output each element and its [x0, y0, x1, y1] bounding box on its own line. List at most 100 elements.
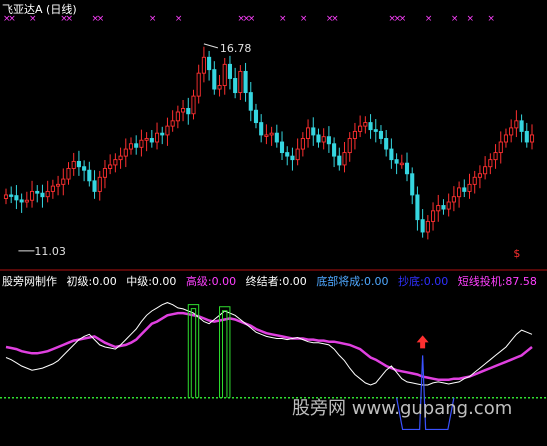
candle-body	[384, 138, 389, 150]
high-pointer	[203, 43, 219, 49]
top-signal-marker: ×	[300, 14, 308, 24]
candle-body	[529, 134, 535, 143]
candle-body	[441, 205, 446, 210]
candle-body	[61, 178, 66, 185]
candle-body	[181, 108, 186, 113]
candle-body	[259, 122, 264, 136]
candle-body	[154, 132, 160, 143]
candle-body	[71, 160, 76, 169]
legend-item-chaodi: 抄底:0.00	[398, 274, 448, 288]
candle-body	[87, 169, 92, 182]
candle-body	[113, 159, 118, 166]
candle-body	[483, 166, 488, 175]
candle-body	[488, 159, 493, 168]
green-signal-inner	[222, 310, 228, 398]
candle-body	[446, 201, 451, 210]
candle-body	[425, 220, 430, 233]
candle-body	[76, 160, 81, 168]
candle-body	[279, 141, 285, 154]
candle-body	[40, 192, 45, 198]
candle-body	[316, 134, 321, 143]
candle-body	[207, 56, 212, 71]
candle-body	[420, 219, 425, 233]
candle-body	[399, 162, 404, 166]
legend-item-dibu: 底部将成:0.00	[316, 274, 388, 288]
candle-body	[472, 176, 477, 185]
candle-body	[493, 152, 498, 161]
candle-body	[519, 120, 524, 132]
green-signal	[187, 304, 200, 398]
candle-body	[118, 155, 123, 161]
candle-body	[326, 136, 331, 145]
candle-body	[332, 143, 337, 157]
candle-body	[134, 143, 139, 148]
candle-body	[352, 130, 357, 139]
stock-chart: 飞亚达A (日线) ×× × ×× ×× × × ××× × × ×× ××× × × × × 16.78 …	[0, 2, 547, 431]
candle-body	[123, 148, 128, 157]
top-signal-marker: ×	[97, 14, 105, 24]
green-signal-inner	[190, 308, 197, 398]
candle-body	[170, 120, 175, 127]
legend-item-gaoji: 高级:0.00	[186, 274, 236, 288]
candle-body	[436, 205, 441, 212]
candle-body	[457, 187, 462, 198]
candle-body	[363, 122, 368, 127]
high-price-label: 16.78	[220, 42, 252, 55]
candle-body	[24, 199, 29, 203]
top-signal-marker: ×	[29, 14, 37, 24]
legend-item-zhongji: 中级:0.00	[126, 275, 176, 288]
top-signal-marker: ×	[487, 14, 495, 24]
candle-body	[394, 159, 399, 164]
magenta-line	[5, 311, 533, 381]
signal-mark: $	[513, 247, 520, 260]
candle-body	[477, 173, 482, 178]
watermark: 股旁网 www.gupang.com	[292, 398, 512, 419]
indicator-name: 股旁网制作	[2, 274, 57, 288]
candle-body	[430, 210, 436, 222]
candle-body	[149, 138, 154, 143]
candle-body	[368, 122, 373, 131]
candle-body	[102, 168, 108, 178]
legend-item-chuji: 初级:0.00	[67, 274, 117, 288]
candle-body	[186, 108, 191, 115]
candle-body	[196, 72, 201, 97]
top-signal-marker: ×	[451, 14, 459, 24]
candle-body	[222, 63, 227, 86]
top-signal-marker: ×	[149, 14, 157, 24]
candle-body	[139, 139, 144, 148]
candle-body	[462, 187, 467, 192]
candle-body	[274, 132, 279, 143]
top-signal-marker: ×	[399, 14, 407, 24]
candle-body	[3, 194, 9, 199]
candle-body	[290, 155, 295, 161]
candle-body	[35, 190, 40, 194]
top-signal-marker: ×	[279, 14, 287, 24]
candle-body	[66, 168, 71, 180]
candle-body	[97, 176, 102, 192]
legend-item-duanxian: 短线投机:87.58	[458, 274, 537, 288]
candle-body	[253, 109, 259, 124]
top-signal-marker: ×	[425, 14, 433, 24]
candle-body	[337, 155, 342, 166]
candle-body	[160, 132, 165, 136]
top-signal-marker: ×	[8, 14, 16, 24]
candle-body	[212, 69, 217, 90]
indicator-legend: 股旁网制作 初级:0.00 中级:0.00 高级:0.00 终结者:0.00 底…	[2, 274, 537, 288]
candle-body	[175, 111, 180, 122]
candle-body	[498, 141, 503, 154]
candle-body	[509, 127, 514, 136]
candle-body	[238, 70, 243, 94]
top-signal-marker: ×	[467, 14, 475, 24]
candle-body	[243, 70, 248, 94]
candle-body	[128, 143, 134, 150]
low-price-label: 11.03	[34, 245, 66, 258]
candle-body	[29, 190, 35, 201]
candle-body	[227, 63, 232, 79]
top-signal-marker: ×	[175, 14, 183, 24]
candle-body	[295, 148, 300, 161]
candle-body	[373, 129, 378, 132]
candle-body	[19, 199, 24, 203]
candle-body	[378, 130, 384, 139]
candle-body	[524, 130, 529, 143]
candle-body	[264, 134, 269, 137]
